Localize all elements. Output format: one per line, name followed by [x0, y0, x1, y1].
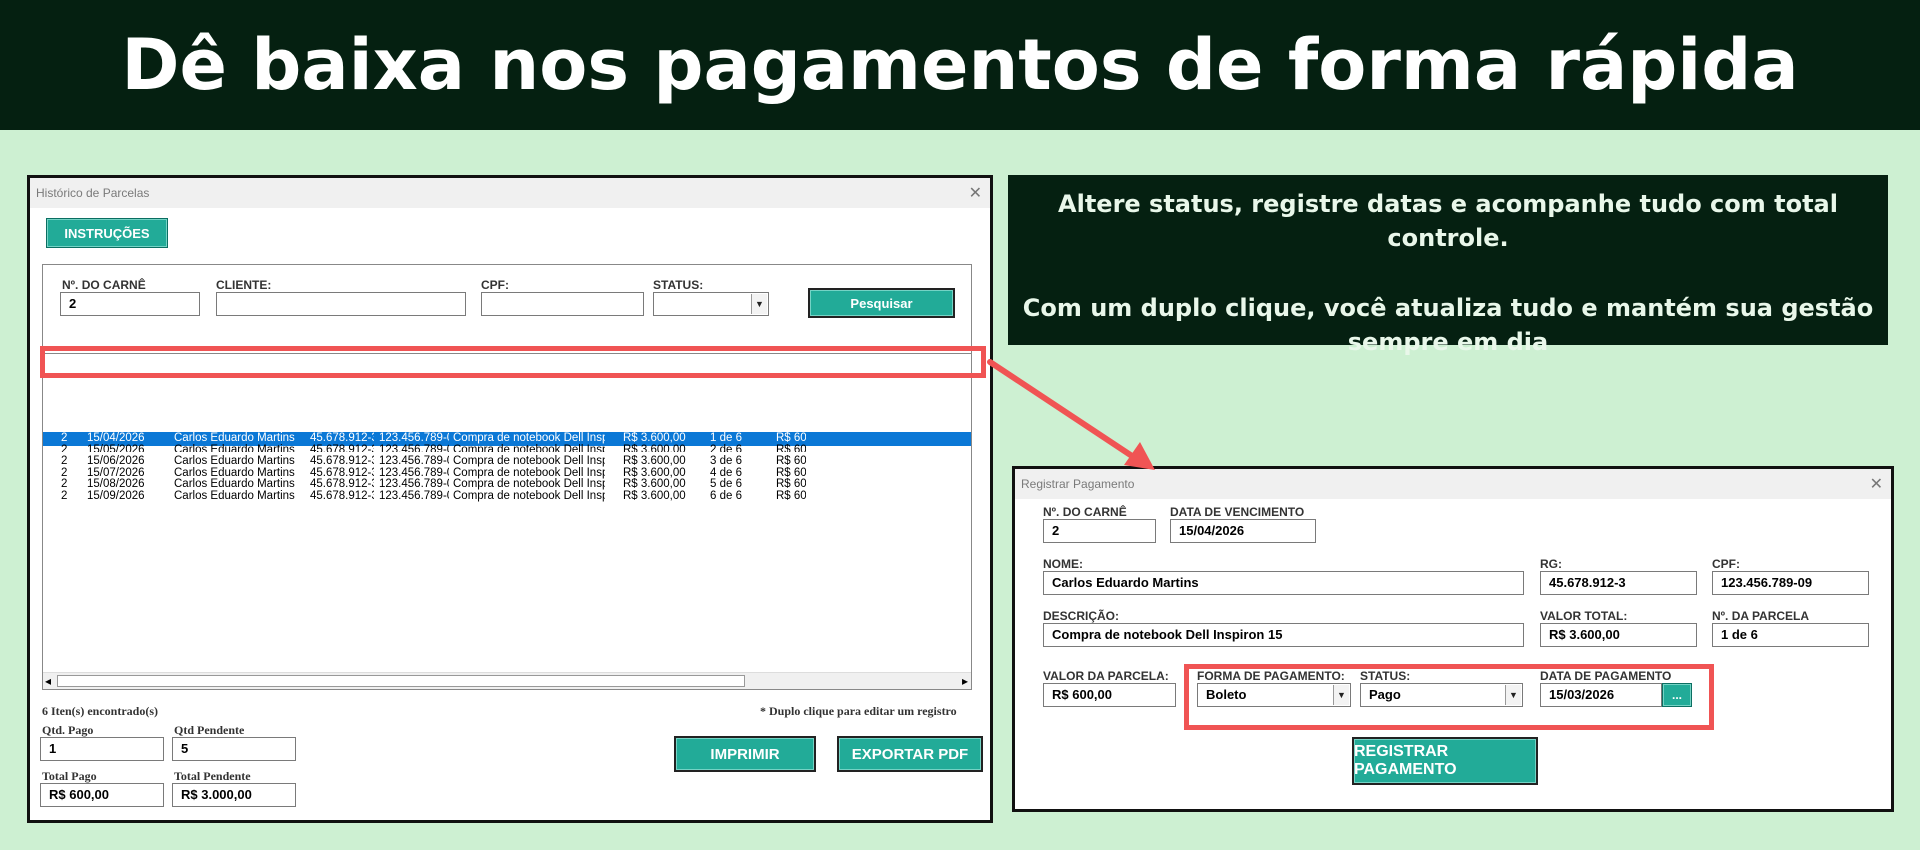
red-arrow-icon: [987, 359, 1155, 470]
